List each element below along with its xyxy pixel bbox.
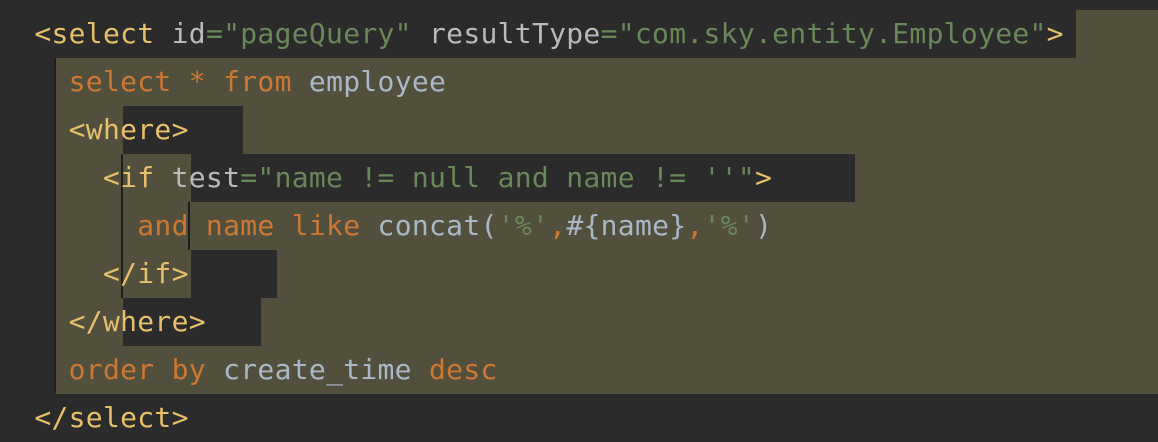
code-token-tag: > — [1046, 17, 1064, 50]
code-token-id: employee — [308, 65, 447, 98]
code-token-kw: select — [68, 65, 172, 98]
code-token-kw: by — [171, 353, 206, 386]
code-line[interactable]: <if test="name != null and name != ''"> — [0, 154, 772, 202]
code-token-str: '%' — [497, 209, 550, 242]
code-token-kw: , — [686, 209, 704, 242]
code-token-id: create_time — [223, 353, 412, 386]
code-token-kw: desc — [429, 353, 498, 386]
code-token-kw: * — [188, 65, 206, 98]
code-token-kw: , — [549, 209, 567, 242]
code-token-attr: test — [171, 161, 241, 194]
code-token-tag: > — [754, 161, 773, 194]
code-line[interactable]: </where> — [0, 298, 206, 346]
code-token-kw: like — [291, 209, 361, 242]
code-token-tag: <where> — [68, 113, 189, 146]
code-line[interactable]: select * from employee — [0, 58, 446, 106]
code-line[interactable]: <where> — [0, 106, 189, 154]
code-token-tag: <if — [102, 161, 155, 194]
code-token-kw: name — [205, 209, 275, 242]
code-token-kw: and — [137, 209, 189, 242]
code-line[interactable]: order by create_time desc — [0, 346, 498, 394]
code-token-kw: order — [68, 353, 155, 386]
code-token-tag: </if> — [102, 257, 189, 290]
tag-select-close-bg — [56, 394, 1158, 434]
code-token-attr: resultType — [429, 17, 601, 50]
code-token-attr: id — [171, 17, 206, 50]
tag-if-close-bg — [191, 250, 277, 298]
code-token-id: #{name} — [566, 209, 687, 242]
code-line[interactable]: and name like concat('%',#{name},'%') — [0, 202, 772, 250]
code-token-str: ="com.sky.entity.Employee" — [600, 17, 1047, 50]
code-line[interactable]: </if> — [0, 250, 189, 298]
code-token-id: concat( — [377, 209, 498, 242]
code-token-tag: <select — [34, 17, 155, 50]
code-line[interactable]: </select> — [0, 394, 189, 442]
code-token-id: ) — [755, 209, 773, 242]
code-token-str: ="name != null and name != ''" — [240, 161, 755, 194]
code-token-kw: from — [223, 65, 292, 98]
code-editor[interactable]: <select id="pageQuery" resultType="com.s… — [0, 0, 1158, 434]
code-token-str: '%' — [703, 209, 756, 242]
code-token-tag: </where> — [68, 305, 206, 338]
code-line[interactable]: <select id="pageQuery" resultType="com.s… — [0, 10, 1064, 58]
code-token-str: ="pageQuery" — [205, 17, 412, 50]
code-token-tag: </select> — [34, 401, 189, 434]
